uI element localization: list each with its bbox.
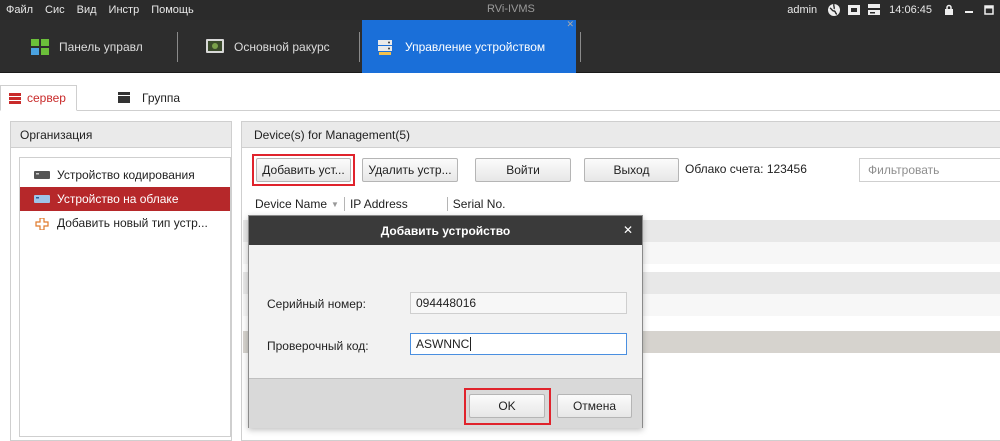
tab-separator <box>177 32 178 62</box>
tab-separator <box>359 32 360 62</box>
tab-device-management[interactable]: Управление устройством ✕ <box>362 19 576 73</box>
list-item-label: Устройство кодирования <box>57 168 195 182</box>
text-caret <box>470 337 472 351</box>
dialog-title: Добавить устройство <box>380 223 511 238</box>
column-label: Serial No. <box>452 197 506 211</box>
menu-tools[interactable]: Инстр <box>103 4 146 16</box>
tab-server[interactable]: сервер <box>0 85 77 111</box>
server-icon <box>9 93 21 104</box>
encoding-device-icon <box>34 170 50 180</box>
tab-control-panel[interactable]: Панель управл <box>30 20 143 73</box>
main-view-icon <box>205 37 225 57</box>
dialog-header: Добавить устройство ✕ <box>249 216 642 245</box>
list-item-encoding-device[interactable]: Устройство кодирования <box>20 163 230 187</box>
tab-label: Панель управл <box>59 39 143 54</box>
menu-bar: Файл Сис Вид Инстр Помощь RVi-IVMS admin… <box>0 0 1000 20</box>
tab-label: Основной ракурс <box>234 39 330 54</box>
tab-group[interactable]: Группа <box>118 85 180 111</box>
tab-separator <box>580 32 581 62</box>
current-user[interactable]: admin <box>787 4 817 16</box>
verification-code-label: Проверочный код: <box>267 339 369 353</box>
column-label: Device Name <box>255 197 328 211</box>
list-item-cloud-device[interactable]: Устройство на облаке <box>20 187 230 211</box>
network-globe-icon[interactable] <box>827 3 841 17</box>
main-toolbar: Панель управл Основной ракурс Управление… <box>0 19 1000 73</box>
sort-down-icon: ▼ <box>331 199 339 209</box>
list-item-label: Добавить новый тип устр... <box>57 216 208 230</box>
device-management-icon <box>376 37 396 57</box>
menu-help[interactable]: Помощь <box>145 4 200 16</box>
menu-system[interactable]: Сис <box>39 4 71 16</box>
verification-code-input[interactable]: ASWNNC <box>410 333 627 355</box>
dialog-footer: OK Отмена <box>249 378 642 428</box>
close-tab-icon[interactable]: ✕ <box>566 19 574 30</box>
tab-main-view[interactable]: Основной ракурс <box>205 20 330 73</box>
menu-file[interactable]: Файл <box>0 4 39 16</box>
hdd-icon[interactable] <box>867 3 881 17</box>
minimize-icon[interactable] <box>962 3 976 17</box>
column-device-name[interactable]: Device Name ▼ <box>255 197 339 211</box>
menu-view[interactable]: Вид <box>71 4 103 16</box>
tab-server-label: сервер <box>27 91 66 105</box>
highlight-add-device <box>252 154 355 186</box>
organization-header: Организация <box>11 122 231 148</box>
organization-panel: Организация Устройство кодирования Устро… <box>10 121 232 441</box>
verification-code-value: ASWNNC <box>416 337 470 351</box>
column-ip-address[interactable]: IP Address <box>350 197 408 211</box>
organization-list: Устройство кодирования Устройство на обл… <box>19 157 231 437</box>
lock-icon[interactable] <box>942 3 956 17</box>
device-table-header: Device Name ▼ IP Address Serial No. <box>255 194 505 214</box>
control-panel-icon <box>30 37 50 57</box>
serial-number-value: 094448016 <box>416 296 477 310</box>
cpu-icon[interactable] <box>847 3 861 17</box>
dialog-body: Серийный номер: 094448016 Проверочный ко… <box>249 245 642 377</box>
serial-number-label: Серийный номер: <box>267 297 366 311</box>
add-device-type-icon <box>34 218 50 230</box>
tab-group-label: Группа <box>142 91 181 105</box>
app-title: RVi-IVMS <box>487 3 535 15</box>
maximize-icon[interactable] <box>982 3 996 17</box>
cancel-button[interactable]: Отмена <box>557 394 632 418</box>
filter-input[interactable]: Фильтровать <box>859 158 1000 182</box>
highlight-ok <box>464 388 551 425</box>
login-button[interactable]: Войти <box>475 158 571 182</box>
serial-number-input[interactable]: 094448016 <box>410 292 627 314</box>
column-serial-no[interactable]: Serial No. <box>453 197 506 211</box>
sub-tab-bar: сервер Группа <box>0 85 1000 111</box>
logout-button[interactable]: Выход <box>584 158 679 182</box>
column-label: IP Address <box>349 197 408 211</box>
column-separator <box>446 197 448 211</box>
tab-label: Управление устройством <box>405 39 546 54</box>
delete-device-button[interactable]: Удалить устр... <box>362 158 458 182</box>
list-item-label: Устройство на облаке <box>57 192 179 206</box>
clock: 14:06:45 <box>889 4 932 16</box>
group-icon <box>118 92 130 103</box>
cloud-device-icon <box>34 194 50 204</box>
column-separator <box>343 197 345 211</box>
list-item-add-device-type[interactable]: Добавить новый тип устр... <box>20 211 230 235</box>
devices-header: Device(s) for Management(5) <box>242 122 1000 148</box>
cloud-account-label: Облако счета: 123456 <box>685 162 807 176</box>
close-icon[interactable]: ✕ <box>623 223 633 237</box>
add-device-dialog: Добавить устройство ✕ Серийный номер: 09… <box>248 215 643 428</box>
